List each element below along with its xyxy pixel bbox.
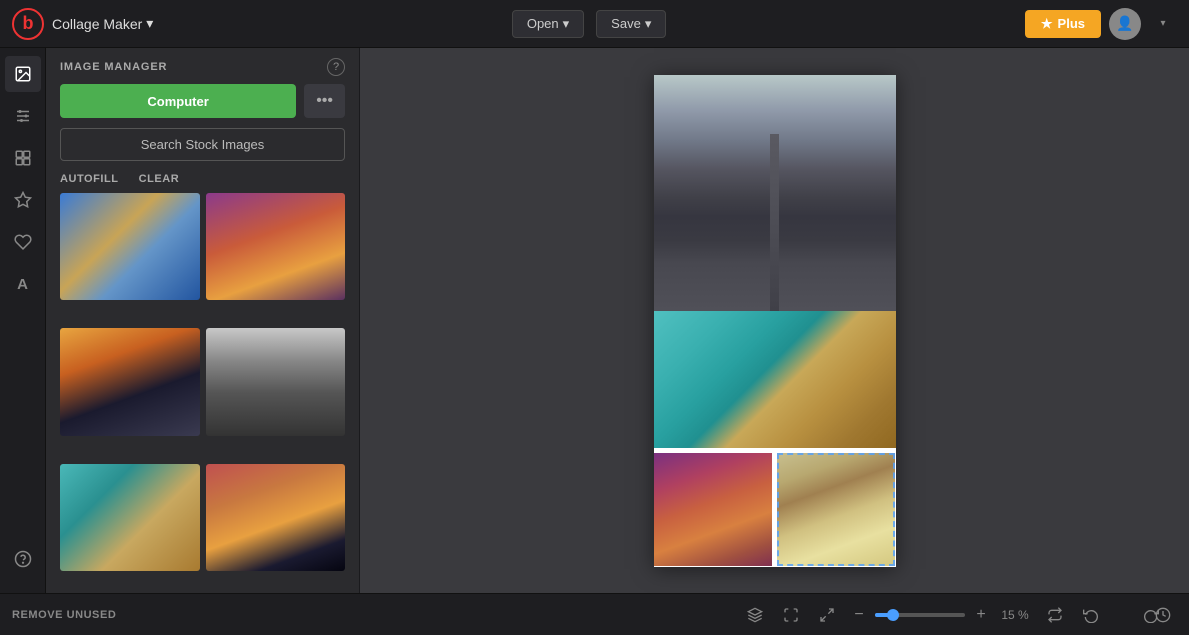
redo-icon[interactable]: [1113, 601, 1141, 629]
list-item[interactable]: [206, 464, 346, 571]
open-chevron-icon: ▾: [563, 16, 570, 32]
zoom-level-label: 15 %: [997, 608, 1033, 622]
fit-to-screen-icon[interactable]: [777, 601, 805, 629]
open-button[interactable]: Open ▾: [512, 10, 584, 38]
image-grid: [46, 193, 359, 593]
layers-icon[interactable]: [741, 601, 769, 629]
autofill-button[interactable]: AUTOFILL: [60, 173, 119, 185]
sidebar-item-stickers[interactable]: [5, 182, 41, 218]
collage-cell-teal[interactable]: [654, 311, 896, 449]
computer-upload-button[interactable]: Computer: [60, 84, 296, 118]
panel-help-button[interactable]: ?: [327, 58, 345, 76]
topbar: b Collage Maker ▾ Open ▾ Save ▾ ★ Plus 👤…: [0, 0, 1189, 48]
collage-cell-flowers[interactable]: [777, 453, 896, 566]
search-stock-button[interactable]: Search Stock Images: [60, 128, 345, 161]
bottom-bar: REMOVE UNUSED − + 15 %: [0, 593, 1189, 635]
zoom-thumb[interactable]: [887, 609, 899, 621]
sidebar-item-adjust[interactable]: [5, 98, 41, 134]
save-label: Save: [611, 16, 641, 31]
icon-bar: A: [0, 48, 46, 593]
plus-label: Plus: [1058, 16, 1085, 31]
panel-utility-actions: AUTOFILL CLEAR: [46, 171, 359, 193]
app-name-label: Collage Maker: [52, 16, 142, 32]
app-name-chevron-icon: ▾: [146, 15, 153, 32]
topbar-center: Open ▾ Save ▾: [161, 10, 1017, 38]
save-chevron-icon: ▾: [645, 16, 652, 32]
text-icon: A: [17, 276, 28, 293]
avatar-icon: 👤: [1116, 15, 1133, 32]
collage-cell-road[interactable]: [654, 75, 896, 311]
panel-upload-actions: Computer •••: [46, 84, 359, 128]
panel-help-icon: ?: [333, 61, 339, 73]
list-item[interactable]: [60, 193, 200, 300]
main-layout: A IMAGE MANAGER ? Computer ••• Search St…: [0, 48, 1189, 593]
list-item[interactable]: [206, 193, 346, 300]
zoom-slider[interactable]: [875, 613, 965, 617]
more-options-button[interactable]: •••: [304, 84, 345, 118]
list-item[interactable]: [60, 464, 200, 571]
open-label: Open: [527, 16, 559, 31]
app-logo: b: [12, 8, 44, 40]
list-item[interactable]: [206, 328, 346, 435]
logo-text: b: [23, 13, 34, 34]
app-name-menu[interactable]: Collage Maker ▾: [52, 15, 153, 32]
zoom-in-button[interactable]: +: [971, 606, 991, 624]
zoom-controls: − + 15 %: [849, 606, 1033, 624]
list-item[interactable]: [60, 328, 200, 435]
canvas-area[interactable]: [360, 48, 1189, 593]
sidebar-item-favorites[interactable]: [5, 224, 41, 260]
clear-button[interactable]: CLEAR: [139, 173, 180, 185]
sidebar-item-images[interactable]: [5, 56, 41, 92]
collage-canvas[interactable]: [654, 75, 896, 567]
sidebar-item-layout[interactable]: [5, 140, 41, 176]
avatar[interactable]: 👤: [1109, 8, 1141, 40]
swap-icon[interactable]: [1041, 601, 1069, 629]
collage-cell-sunset[interactable]: [654, 453, 773, 566]
sidebar-item-text[interactable]: A: [5, 266, 41, 302]
panel-header: IMAGE MANAGER ?: [46, 48, 359, 84]
zoom-out-button[interactable]: −: [849, 606, 869, 624]
save-button[interactable]: Save ▾: [596, 10, 666, 38]
remove-unused-button[interactable]: REMOVE UNUSED: [12, 609, 116, 621]
undo-icon[interactable]: [1077, 601, 1105, 629]
plus-button[interactable]: ★ Plus: [1025, 10, 1101, 38]
sidebar-item-help[interactable]: [5, 541, 41, 577]
panel-title: IMAGE MANAGER: [60, 61, 167, 73]
avatar-chevron-icon[interactable]: ▾: [1149, 10, 1177, 38]
fullscreen-icon[interactable]: [813, 601, 841, 629]
plus-star-icon: ★: [1041, 16, 1053, 32]
left-panel: IMAGE MANAGER ? Computer ••• Search Stoc…: [46, 48, 360, 593]
